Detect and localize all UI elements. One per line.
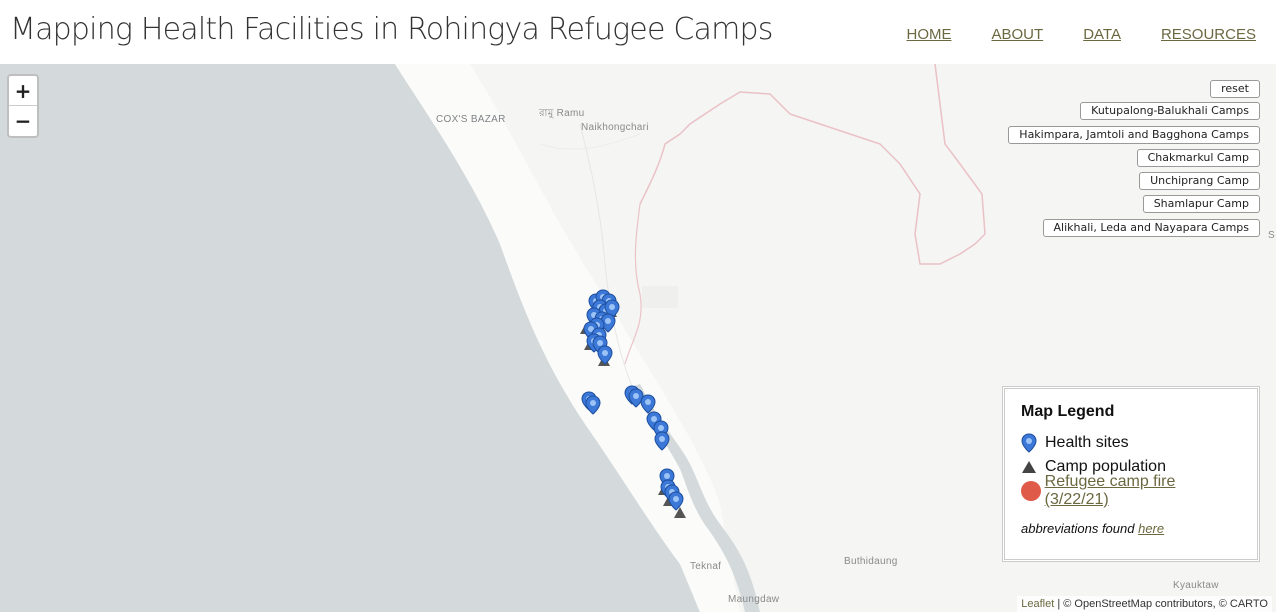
health-pin-marker[interactable] <box>640 394 656 414</box>
zoom-out-button[interactable]: − <box>9 106 37 136</box>
health-pin-marker[interactable] <box>585 395 601 415</box>
nav-home-link[interactable]: HOME <box>907 26 952 43</box>
legend-label: Health sites <box>1045 434 1129 451</box>
zoom-control: + − <box>7 74 39 138</box>
camp-button-chakmarkul[interactable]: Chakmarkul Camp <box>1136 149 1260 167</box>
map-view[interactable]: COX'S BAZAR রামু Ramu Naikhongchari Tekn… <box>0 64 1276 612</box>
legend-note-text: abbreviations found <box>1021 521 1139 536</box>
nav-about-link[interactable]: ABOUT <box>992 26 1044 43</box>
nav-data-link[interactable]: DATA <box>1083 26 1121 43</box>
reset-button[interactable]: reset <box>1210 80 1260 98</box>
camp-button-hakimpara-jamtoli-bagghona[interactable]: Hakimpara, Jamtoli and Bagghona Camps <box>1008 126 1260 144</box>
site-header: Mapping Health Facilities in Rohingya Re… <box>0 0 1276 64</box>
camp-button-kutupalong-balukhali[interactable]: Kutupalong-Balukhali Camps <box>1080 102 1260 120</box>
legend-item-camp-fire: Refugee camp fire (3/22/21) <box>1021 473 1241 508</box>
red-circle-icon <box>1021 481 1045 501</box>
legend-note: abbreviations found here <box>1021 521 1241 536</box>
camp-button-unchiprang[interactable]: Unchiprang Camp <box>1139 172 1260 190</box>
map-legend: Map Legend Health sites Camp population … <box>1002 386 1260 562</box>
health-pin-marker[interactable] <box>668 491 684 511</box>
map-attribution: Leaflet | © OpenStreetMap contributors, … <box>1017 596 1272 612</box>
camp-button-alikhali-leda-nayapara[interactable]: Alikhali, Leda and Nayapara Camps <box>1042 219 1260 237</box>
attribution-separator: | <box>1054 598 1064 610</box>
nav-resources-link[interactable]: RESOURCES <box>1161 26 1256 43</box>
legend-item-health-sites: Health sites <box>1021 431 1241 455</box>
zoom-in-button[interactable]: + <box>9 76 37 106</box>
health-pin-marker[interactable] <box>654 431 670 451</box>
abbreviations-link[interactable]: here <box>1138 521 1164 536</box>
camp-button-shamlapur[interactable]: Shamlapur Camp <box>1142 195 1260 213</box>
page-title: Mapping Health Facilities in Rohingya Re… <box>10 12 773 47</box>
triangle-icon <box>1021 460 1045 474</box>
health-site-markers <box>581 289 684 511</box>
main-nav: HOME ABOUT DATA RESOURCES <box>907 26 1257 43</box>
leaflet-link[interactable]: Leaflet <box>1021 598 1054 610</box>
attribution-credits: © OpenStreetMap contributors, © CARTO <box>1063 598 1268 610</box>
health-pin-marker[interactable] <box>597 345 613 365</box>
health-pin-icon <box>1021 433 1045 453</box>
legend-title: Map Legend <box>1021 403 1115 420</box>
camp-fire-link[interactable]: Refugee camp fire (3/22/21) <box>1045 473 1241 509</box>
